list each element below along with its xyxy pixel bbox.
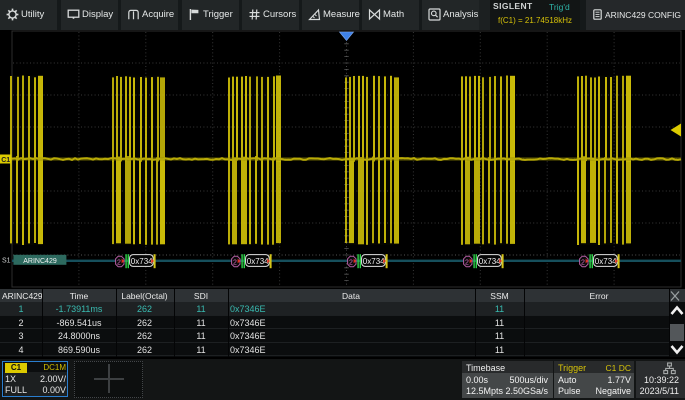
svg-text:2: 2 [117,259,121,266]
svg-text:ARINC429: ARINC429 [23,258,57,265]
svg-text:S1: S1 [2,258,11,265]
svg-text:2: 2 [581,259,585,266]
svg-text:2: 2 [465,259,469,266]
svg-text:0x734: 0x734 [595,257,617,266]
svg-text:0x734: 0x734 [363,257,385,266]
svg-text:C1: C1 [1,157,10,164]
svg-text:2: 2 [233,259,237,266]
svg-text:0x734: 0x734 [131,257,153,266]
svg-text:0x734: 0x734 [247,257,269,266]
svg-text:2: 2 [349,259,353,266]
svg-text:0x734: 0x734 [479,257,501,266]
